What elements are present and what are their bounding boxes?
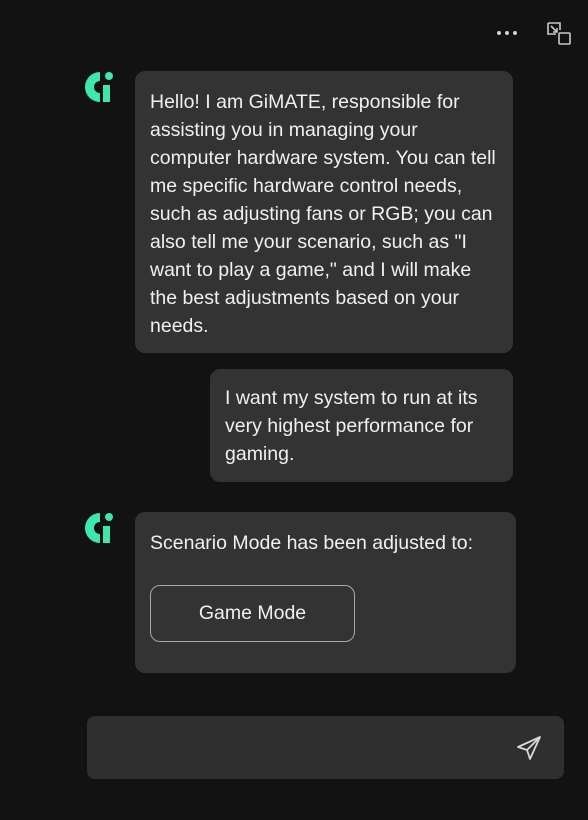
pop-out-button[interactable] [544, 18, 574, 48]
user-message-text: I want my system to run at its very high… [225, 387, 478, 465]
pop-out-window-icon [547, 22, 571, 45]
user-message: I want my system to run at its very high… [210, 369, 513, 482]
gimate-logo-icon [85, 72, 113, 102]
more-options-button[interactable] [492, 18, 522, 48]
assistant-message: Hello! I am GiMATE, responsible for assi… [135, 71, 513, 353]
gimate-logo-icon [85, 513, 113, 543]
send-icon [517, 736, 541, 760]
assistant-message: Scenario Mode has been adjusted to: Game… [135, 512, 516, 673]
message-composer [87, 716, 564, 781]
top-bar [492, 18, 574, 48]
send-button[interactable] [514, 733, 544, 763]
game-mode-button[interactable]: Game Mode [150, 585, 355, 642]
assistant-message-text: Scenario Mode has been adjusted to: [150, 532, 474, 554]
assistant-message-text: Hello! I am GiMATE, responsible for assi… [150, 91, 496, 337]
message-input[interactable] [103, 716, 507, 781]
more-horizontal-icon [497, 31, 517, 35]
